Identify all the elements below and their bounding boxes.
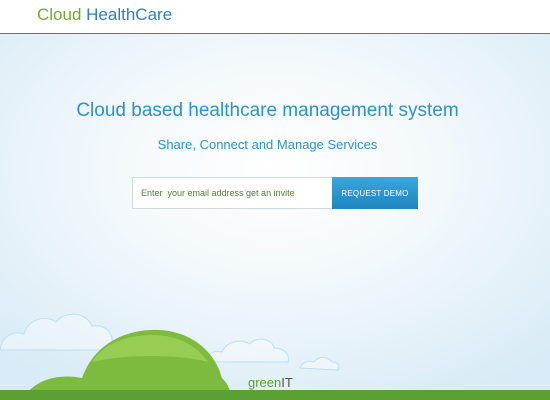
site-logo[interactable]: Cloud HealthCare — [37, 5, 172, 25]
hero-subheadline: Share, Connect and Manage Services — [157, 137, 378, 152]
cloud-right-icon — [205, 338, 340, 371]
logo-word-healthcare: HealthCare — [86, 5, 173, 24]
site-header: Cloud HealthCare — [0, 0, 550, 34]
grass-strip — [0, 390, 550, 400]
invite-form: REQUEST DEMO — [132, 177, 418, 209]
brand-part-green: green — [248, 375, 282, 390]
request-demo-button[interactable]: REQUEST DEMO — [332, 177, 418, 209]
hero-headline: Cloud based healthcare management system — [76, 100, 459, 121]
brand-part-it: IT — [281, 375, 293, 390]
logo-word-cloud: Cloud — [37, 5, 82, 24]
cloud-left-icon — [0, 313, 113, 351]
email-input[interactable] — [132, 177, 332, 209]
footer-brand-logo: greenIT — [248, 375, 293, 390]
